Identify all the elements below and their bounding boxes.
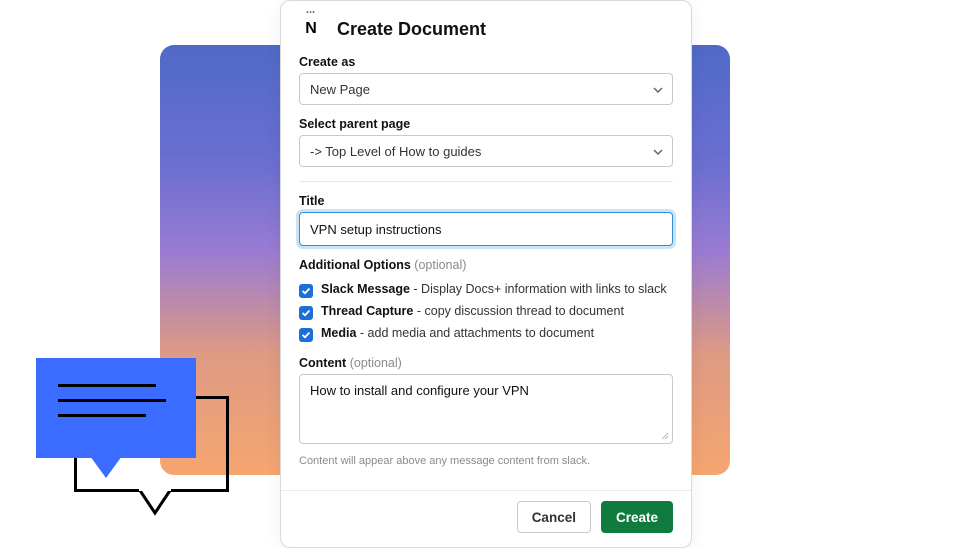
speech-bubble-lines [58,384,166,417]
content-textarea[interactable] [299,374,673,444]
content-label-text: Content [299,356,346,370]
cancel-button[interactable]: Cancel [517,501,591,533]
option-slack-message[interactable]: Slack Message - Display Docs+ informatio… [299,282,673,298]
checkbox-icon[interactable] [299,306,313,320]
option-text: Slack Message - Display Docs+ informatio… [321,282,667,296]
create-as-select[interactable]: New Page [299,73,673,105]
resize-handle-icon[interactable] [659,427,669,445]
modal-footer: Cancel Create [299,501,673,533]
option-text: Thread Capture - copy discussion thread … [321,304,624,318]
additional-options-list: Slack Message - Display Docs+ informatio… [299,282,673,342]
checkbox-icon[interactable] [299,284,313,298]
additional-options-label: Additional Options (optional) [299,258,673,272]
optional-text: (optional) [350,356,402,370]
divider [299,181,673,182]
create-as-value: New Page [310,82,370,97]
speech-bubble-fill-tail [90,456,122,478]
create-button[interactable]: Create [601,501,673,533]
footer-divider [281,490,691,491]
option-text: Media - add media and attachments to doc… [321,326,594,340]
additional-options-label-text: Additional Options [299,258,411,272]
parent-page-label: Select parent page [299,117,673,131]
option-media[interactable]: Media - add media and attachments to doc… [299,326,673,342]
create-document-modal: N Create Document Create as New Page Sel… [280,0,692,548]
modal-header: N Create Document [299,17,673,41]
app-icon: N [299,17,323,41]
content-label: Content (optional) [299,356,673,370]
modal-title: Create Document [337,19,486,40]
title-input[interactable] [299,212,673,246]
checkbox-icon[interactable] [299,328,313,342]
parent-page-value: -> Top Level of How to guides [310,144,481,159]
parent-page-select[interactable]: -> Top Level of How to guides [299,135,673,167]
option-thread-capture[interactable]: Thread Capture - copy discussion thread … [299,304,673,320]
optional-text: (optional) [414,258,466,272]
content-helper-text: Content will appear above any message co… [299,455,673,467]
title-label: Title [299,194,673,208]
create-as-label: Create as [299,55,673,69]
